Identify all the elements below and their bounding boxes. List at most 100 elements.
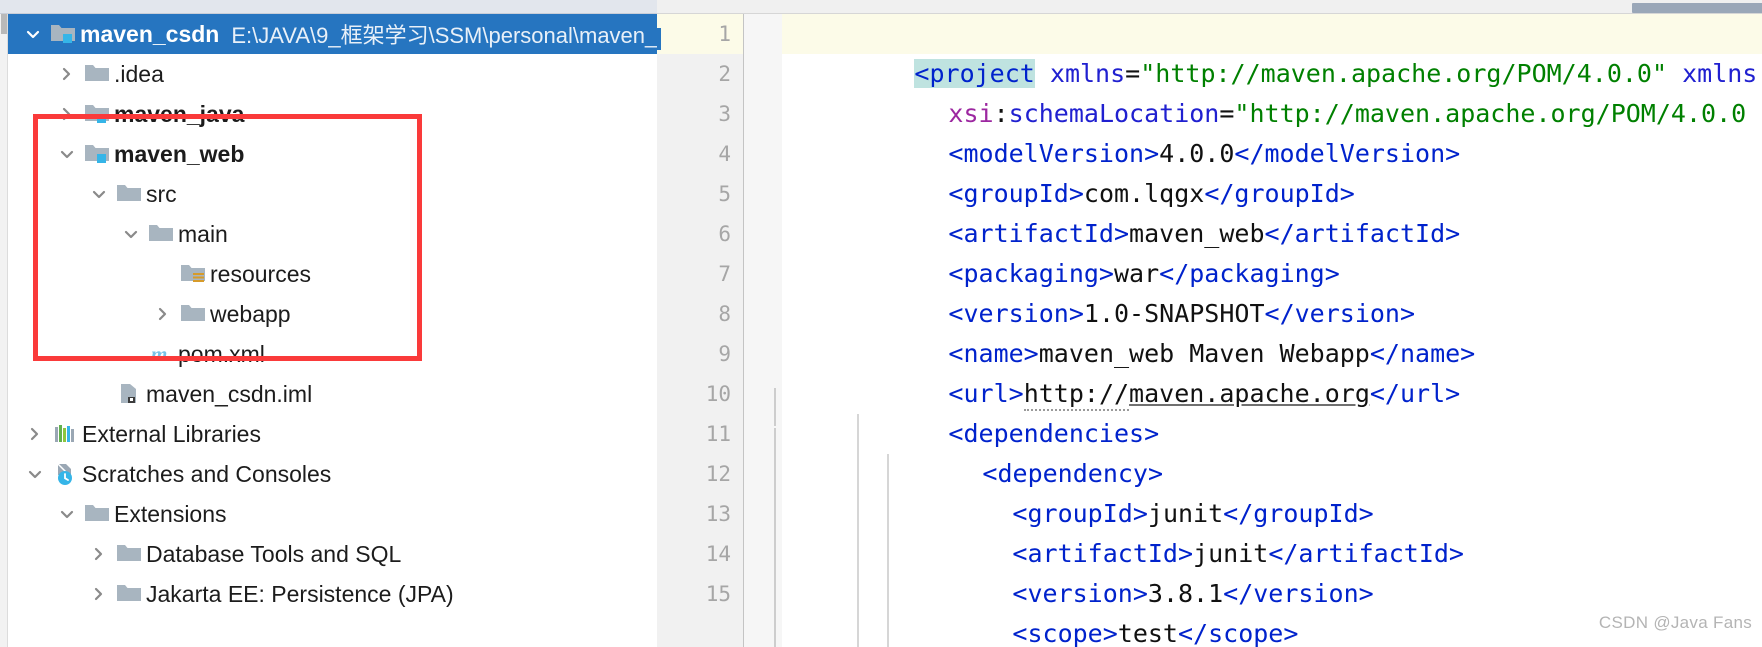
code-editor[interactable]: 1 2 3 4 5 6 7 8 9 10 11 12 13 14 15 <pro… bbox=[657, 14, 1762, 647]
chevron-down-icon[interactable] bbox=[20, 14, 46, 54]
editor-top-strip bbox=[657, 0, 1762, 14]
tree-vertical-scrollbar[interactable] bbox=[0, 14, 8, 647]
chevron-right-icon[interactable] bbox=[86, 574, 112, 614]
chevron-down-icon[interactable] bbox=[54, 134, 80, 174]
tree-row-label: maven_web bbox=[114, 140, 245, 167]
folder-icon bbox=[112, 174, 146, 214]
code-line-7[interactable]: <version>1.0-SNAPSHOT</version> bbox=[828, 254, 1415, 328]
tree-scrollbar-thumb[interactable] bbox=[1, 14, 7, 34]
tree-row-pom-xml[interactable]: m pom.xml bbox=[8, 334, 657, 374]
tree-row-scratches-and-consoles[interactable]: Scratches and Consoles bbox=[8, 454, 657, 494]
folder-icon bbox=[144, 214, 178, 254]
project-tree-pane[interactable]: maven_csdn E:\JAVA\9_框架学习\SSM\personal\m… bbox=[8, 14, 657, 647]
no-twisty-spacer bbox=[118, 334, 144, 374]
tree-row-external-libraries[interactable]: External Libraries bbox=[8, 414, 657, 454]
tree-row-label: pom.xml bbox=[178, 340, 265, 367]
code-line-6[interactable]: <packaging>war</packaging> bbox=[828, 214, 1339, 288]
iml-file-icon bbox=[112, 374, 146, 414]
code-line-2[interactable]: xsi:schemaLocation="http://maven.apache.… bbox=[828, 54, 1746, 128]
tree-row-label: External Libraries bbox=[82, 420, 261, 447]
chevron-right-icon[interactable] bbox=[54, 54, 80, 94]
code-line-3[interactable]: <modelVersion>4.0.0</modelVersion> bbox=[828, 94, 1460, 168]
line-number: 3 bbox=[718, 102, 731, 126]
line-number: 6 bbox=[718, 222, 731, 246]
code-line-8[interactable]: <name>maven_web Maven Webapp</name> bbox=[828, 294, 1475, 368]
line-number: 2 bbox=[718, 62, 731, 86]
tree-row-jakarta-ee-persistence-jpa[interactable]: Jakarta EE: Persistence (JPA) bbox=[8, 574, 657, 614]
tree-row-maven_java[interactable]: maven_java bbox=[8, 94, 657, 134]
chevron-right-icon[interactable] bbox=[22, 414, 48, 454]
line-number: 7 bbox=[718, 262, 731, 286]
line-number: 15 bbox=[705, 582, 731, 606]
module-folder-icon bbox=[80, 134, 114, 174]
line-number: 5 bbox=[718, 182, 731, 206]
tree-row-label: Database Tools and SQL bbox=[146, 540, 402, 567]
code-folding-strip[interactable] bbox=[744, 14, 872, 647]
line-number: 4 bbox=[718, 142, 731, 166]
line-number: 14 bbox=[705, 542, 731, 566]
folder-icon bbox=[80, 494, 114, 534]
tree-row-label: maven_java bbox=[114, 100, 245, 127]
code-line-10[interactable]: <dependencies> bbox=[828, 374, 1159, 448]
folder-icon bbox=[176, 294, 210, 334]
scratches-icon bbox=[48, 454, 82, 494]
chevron-right-icon[interactable] bbox=[54, 94, 80, 134]
tree-row-label: Scratches and Consoles bbox=[82, 460, 332, 487]
no-twisty-spacer bbox=[86, 374, 112, 414]
folder-icon bbox=[80, 54, 114, 94]
tree-row-main[interactable]: main bbox=[8, 214, 657, 254]
tree-row-label: maven_csdn.iml bbox=[146, 380, 313, 407]
resources-folder-icon bbox=[176, 254, 210, 294]
tree-row-webapp[interactable]: webapp bbox=[8, 294, 657, 334]
line-number: 8 bbox=[718, 302, 731, 326]
code-line-15[interactable]: <scope>test</scope> bbox=[892, 574, 1298, 647]
tree-row-label: main bbox=[178, 220, 228, 247]
chevron-down-icon[interactable] bbox=[22, 454, 48, 494]
code-line-9[interactable]: <url>http://maven.apache.org</url> bbox=[828, 334, 1460, 411]
tree-row-idea[interactable]: .idea bbox=[8, 54, 657, 94]
code-line-14[interactable]: <version>3.8.1</version> bbox=[892, 534, 1373, 608]
csdn-watermark: CSDN @Java Fans bbox=[1598, 613, 1752, 632]
tree-row-src[interactable]: src bbox=[8, 174, 657, 214]
tree-row-label: resources bbox=[210, 260, 311, 287]
tree-row-label: Jakarta EE: Persistence (JPA) bbox=[146, 580, 454, 607]
code-line-1[interactable]: <project xmlns="http://maven.apache.org/… bbox=[794, 14, 1757, 88]
tree-row-path: E:\JAVA\9_框架学习\SSM\personal\maven_ bbox=[231, 23, 657, 48]
module-folder-icon bbox=[46, 14, 80, 54]
folder-icon bbox=[112, 574, 146, 614]
code-text-area[interactable]: <project xmlns="http://maven.apache.org/… bbox=[782, 14, 1762, 647]
tree-row-label: Extensions bbox=[114, 500, 227, 527]
tree-row-database-tools-and-sql[interactable]: Database Tools and SQL bbox=[8, 534, 657, 574]
line-number: 10 bbox=[705, 382, 731, 406]
no-twisty-spacer bbox=[150, 254, 176, 294]
horizontal-scrollbar-thumb[interactable] bbox=[1632, 3, 1762, 13]
fold-connector-line bbox=[774, 388, 776, 426]
line-number: 9 bbox=[718, 342, 731, 366]
chevron-right-icon[interactable] bbox=[86, 534, 112, 574]
libraries-icon bbox=[48, 414, 82, 454]
editor-gutter[interactable]: 1 2 3 4 5 6 7 8 9 10 11 12 13 14 15 bbox=[657, 14, 743, 647]
tree-row-extensions[interactable]: Extensions bbox=[8, 494, 657, 534]
code-line-5[interactable]: <artifactId>maven_web</artifactId> bbox=[828, 174, 1460, 248]
code-line-12[interactable]: <groupId>junit</groupId> bbox=[892, 454, 1373, 528]
tree-row-label: maven_csdn bbox=[80, 20, 220, 47]
line-number: 1 bbox=[718, 22, 731, 46]
code-line-13[interactable]: <artifactId>junit</artifactId> bbox=[892, 494, 1464, 568]
tree-row-label: webapp bbox=[210, 300, 291, 327]
tree-row-maven_web[interactable]: maven_web bbox=[8, 134, 657, 174]
tree-row-maven_csdn-iml[interactable]: maven_csdn.iml bbox=[8, 374, 657, 414]
chevron-right-icon[interactable] bbox=[150, 294, 176, 334]
code-line-4[interactable]: <groupId>com.lqgx</groupId> bbox=[828, 134, 1354, 208]
tree-row-label: .idea bbox=[114, 60, 164, 87]
svg-text:m: m bbox=[151, 342, 167, 366]
tree-row-label: src bbox=[146, 180, 177, 207]
code-line-11[interactable]: <dependency> bbox=[862, 414, 1163, 488]
tree-row-maven_csdn[interactable]: maven_csdn E:\JAVA\9_框架学习\SSM\personal\m… bbox=[8, 14, 657, 54]
chevron-down-icon[interactable] bbox=[118, 214, 144, 254]
maven-m-icon: m bbox=[144, 334, 178, 374]
chevron-down-icon[interactable] bbox=[86, 174, 112, 214]
tree-row-resources[interactable]: resources bbox=[8, 254, 657, 294]
chevron-down-icon[interactable] bbox=[54, 494, 80, 534]
module-folder-icon bbox=[80, 94, 114, 134]
folder-icon bbox=[112, 534, 146, 574]
